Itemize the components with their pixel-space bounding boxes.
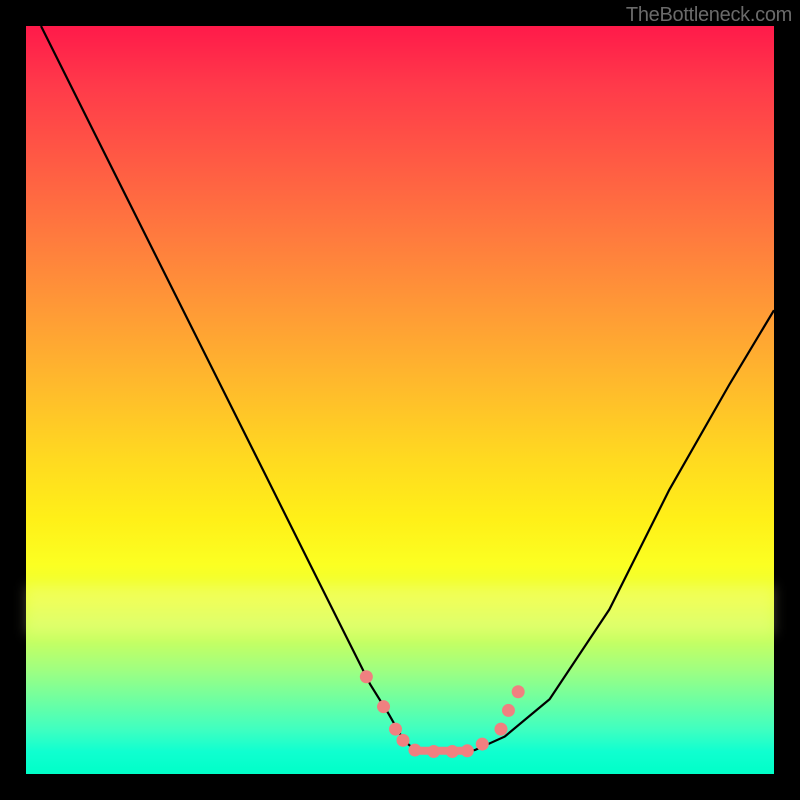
chart-frame [26, 26, 774, 774]
marker-flat-1 [408, 744, 421, 757]
bottleneck-curve [41, 26, 774, 752]
marker-right-mid [494, 723, 507, 736]
marker-left-low1 [389, 723, 402, 736]
marker-left-upper [360, 670, 373, 683]
bottleneck-curve-svg [26, 26, 774, 774]
marker-dots-group [360, 670, 525, 758]
marker-flat-3 [446, 745, 459, 758]
marker-flat-4 [461, 744, 474, 757]
marker-right-low [476, 738, 489, 751]
marker-right-upper1 [502, 704, 515, 717]
marker-flat-2 [427, 745, 440, 758]
marker-left-low2 [396, 734, 409, 747]
marker-left-mid [377, 700, 390, 713]
marker-right-upper2 [512, 685, 525, 698]
watermark-text: TheBottleneck.com [626, 4, 792, 27]
